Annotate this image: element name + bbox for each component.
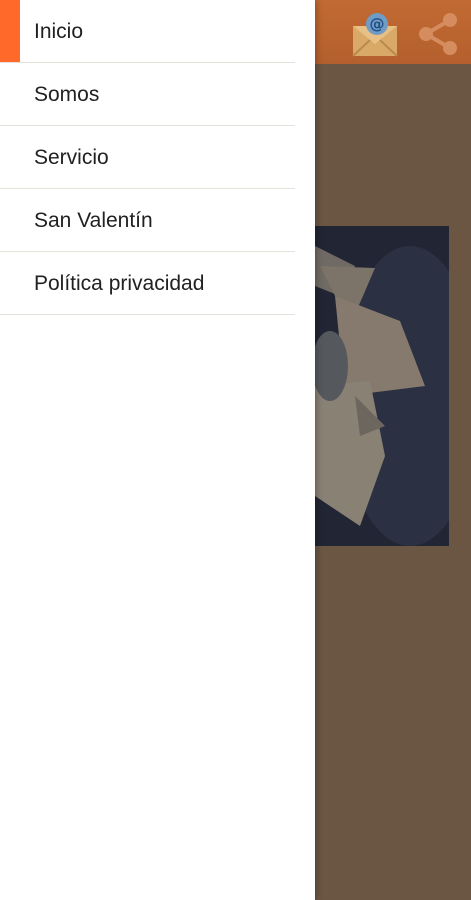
nav-item-label: Inicio bbox=[34, 19, 84, 43]
navigation-drawer: Inicio Somos Servicio San Valentín Polít… bbox=[0, 0, 315, 900]
nav-item-politica-privacidad[interactable]: Política privacidad bbox=[0, 252, 315, 315]
nav-item-san-valentin[interactable]: San Valentín bbox=[0, 189, 315, 252]
nav-item-label: Servicio bbox=[34, 145, 109, 169]
nav-item-servicio[interactable]: Servicio bbox=[0, 126, 315, 189]
nav-item-inicio[interactable]: Inicio bbox=[0, 0, 315, 63]
svg-text:@: @ bbox=[370, 15, 385, 33]
email-button[interactable]: @ bbox=[350, 8, 402, 60]
share-button[interactable] bbox=[414, 8, 466, 60]
nav-item-label: Política privacidad bbox=[34, 271, 205, 295]
nav-list: Inicio Somos Servicio San Valentín Polít… bbox=[0, 0, 315, 315]
food-photo bbox=[315, 226, 449, 546]
email-icon: @ bbox=[352, 13, 398, 57]
nav-item-label: San Valentín bbox=[34, 208, 153, 232]
nav-item-label: Somos bbox=[34, 82, 100, 106]
nachos-image bbox=[315, 226, 449, 546]
nav-item-somos[interactable]: Somos bbox=[0, 63, 315, 126]
share-icon bbox=[419, 13, 457, 55]
active-indicator bbox=[0, 0, 20, 63]
